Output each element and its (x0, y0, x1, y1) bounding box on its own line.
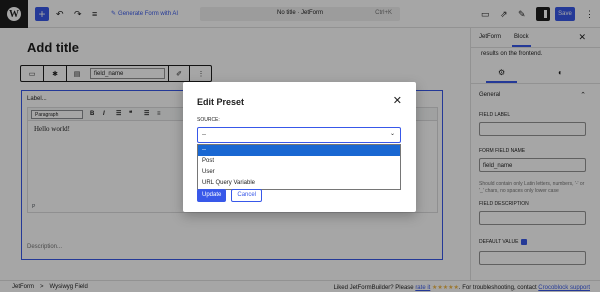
modal-actions: Update Cancel (197, 189, 263, 202)
modal-title: Edit Preset (197, 97, 245, 107)
source-select-value: -- (202, 132, 206, 138)
source-select[interactable]: -- ⌄ (197, 127, 401, 143)
chevron-down-icon: ⌄ (389, 131, 395, 137)
edit-preset-modal: Edit Preset ✕ SOURCE: -- ⌄ -- Post User … (183, 82, 416, 212)
source-option[interactable]: User (198, 167, 400, 178)
source-dropdown-list: -- Post User URL Query Variable (197, 144, 401, 190)
cancel-button[interactable]: Cancel (231, 189, 263, 202)
source-label: SOURCE: (197, 117, 220, 123)
source-option[interactable]: Post (198, 156, 400, 167)
update-button[interactable]: Update (197, 189, 227, 202)
source-option[interactable]: -- (198, 145, 400, 156)
source-option[interactable]: URL Query Variable (198, 178, 400, 189)
close-icon[interactable]: ✕ (393, 94, 402, 107)
